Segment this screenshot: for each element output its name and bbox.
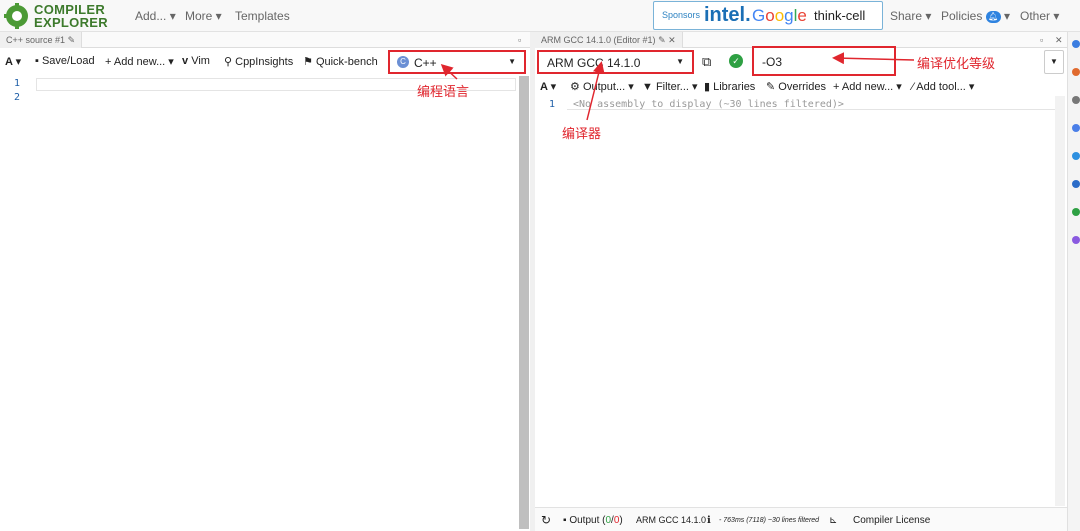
- language-select-value: C++: [414, 56, 437, 70]
- add-new-button[interactable]: + Add new... ▾: [105, 55, 174, 68]
- dock-app-icon[interactable]: [1072, 68, 1080, 76]
- filter-icon: ▼: [642, 81, 653, 93]
- nav-templates-link[interactable]: Templates: [235, 9, 290, 23]
- sponsors-banner[interactable]: Sponsors intel. Google think-cell: [653, 1, 883, 30]
- assembly-output-text: <No assembly to display (~30 lines filte…: [573, 99, 844, 110]
- line-number-gutter: 1 2: [0, 76, 36, 529]
- compiler-select-value: ARM GCC 14.1.0: [547, 56, 641, 70]
- thinkcell-logo[interactable]: think-cell: [814, 8, 865, 23]
- output-icon: ▪: [563, 515, 567, 526]
- source-editor-pane: C++ source #1 ✎ ▫ A ▾ ▪ Save/Load + Add …: [0, 32, 530, 531]
- logo-text-line2: EXPLORER: [34, 15, 108, 30]
- dock-app-icon[interactable]: [1072, 96, 1080, 104]
- compile-success-icon: ✓: [729, 54, 743, 68]
- source-toolbar: A ▾ ▪ Save/Load + Add new... ▾ v Vim ⚲ C…: [0, 49, 530, 75]
- gear-icon: ⚙: [570, 81, 580, 93]
- source-tab-bar: C++ source #1 ✎ ▫: [0, 32, 530, 48]
- annotation-compiler: 编译器: [562, 127, 602, 142]
- compiler-license-link[interactable]: Compiler License: [853, 515, 930, 526]
- options-dropdown-button[interactable]: ▼: [1044, 50, 1064, 74]
- asm-line-number: 1: [549, 99, 556, 110]
- annotation-optimization: 编译优化等级: [917, 57, 996, 72]
- compiler-status-bar: ↻ ▪ Output (0/0) ARM GCC 14.1.0 ℹ - 763m…: [535, 507, 1067, 531]
- tab-cpp-source[interactable]: C++ source #1 ✎: [0, 32, 83, 48]
- add-new-button[interactable]: + Add new... ▾: [833, 80, 902, 93]
- chart-icon[interactable]: ⊾: [829, 515, 837, 526]
- compile-timing: - 763ms (7118) ~30 lines filtered: [719, 517, 820, 524]
- pencil-icon[interactable]: ✎: [68, 35, 76, 45]
- cppinsights-icon: ⚲: [224, 56, 233, 68]
- recompile-icon[interactable]: ↻: [541, 513, 551, 527]
- annotation-language: 编程语言: [417, 85, 470, 100]
- dock-app-icon[interactable]: [1072, 124, 1080, 132]
- nav-more-menu[interactable]: More ▾: [185, 9, 222, 23]
- close-pane-icon[interactable]: ✕: [1055, 32, 1063, 48]
- wrench-icon: ✎: [766, 81, 776, 93]
- bell-icon: 🔔︎: [985, 10, 1001, 23]
- compiler-select[interactable]: ARM GCC 14.1.0 ▼: [537, 50, 694, 74]
- dock-app-icon[interactable]: [1072, 152, 1080, 160]
- language-select[interactable]: C C++ ▼: [388, 50, 526, 74]
- quick-bench-icon: ⚑: [303, 56, 313, 68]
- intel-logo[interactable]: intel.: [704, 4, 751, 27]
- tab-arm-gcc-compiler[interactable]: ARM GCC 14.1.0 (Editor #1) ✎ ✕: [535, 32, 683, 48]
- compiler-options-input[interactable]: -O3: [752, 46, 896, 76]
- chevron-down-icon: ▼: [676, 57, 684, 66]
- dock-app-icon[interactable]: [1072, 40, 1080, 48]
- font-size-button[interactable]: A ▾: [5, 55, 21, 68]
- dock-app-icon[interactable]: [1072, 208, 1080, 216]
- compiler-explorer-logo[interactable]: COMPILER EXPLORER: [4, 2, 116, 30]
- nav-other-menu[interactable]: Other ▾: [1020, 9, 1059, 23]
- source-code-editor[interactable]: [36, 76, 516, 529]
- line-number: 1: [14, 78, 21, 89]
- popout-icon[interactable]: ⧉: [702, 54, 711, 70]
- sponsors-label: Sponsors: [662, 10, 701, 20]
- pencil-icon[interactable]: ✎: [658, 35, 666, 45]
- info-icon[interactable]: ℹ: [707, 515, 711, 526]
- browser-side-dock: [1067, 32, 1080, 531]
- floppy-icon: ▪: [35, 55, 39, 67]
- chevron-down-icon: ▼: [508, 57, 516, 66]
- dock-app-icon[interactable]: [1072, 236, 1080, 244]
- add-tool-button[interactable]: ⁄ Add tool... ▾: [912, 80, 974, 93]
- nav-policies-menu[interactable]: Policies 🔔︎ ▾: [941, 9, 1010, 23]
- compiler-pane: ARM GCC 14.1.0 (Editor #1) ✎ ✕ ▫ ✕ ARM G…: [535, 32, 1067, 531]
- gear-logo-icon: [4, 3, 28, 29]
- cppinsights-button[interactable]: ⚲ CppInsights: [224, 55, 293, 68]
- maximize-icon[interactable]: ▫: [1040, 32, 1043, 48]
- editor-scrollbar[interactable]: [519, 76, 529, 529]
- google-logo[interactable]: Google: [752, 6, 807, 26]
- save-load-button[interactable]: ▪ Save/Load: [35, 55, 95, 67]
- nav-add-menu[interactable]: Add... ▾: [135, 9, 176, 23]
- output-options-button[interactable]: ⚙ Output... ▾: [570, 80, 634, 93]
- quick-bench-button[interactable]: ⚑ Quick-bench: [303, 55, 378, 68]
- wand-icon: ⁄: [912, 81, 914, 93]
- overrides-button[interactable]: ✎ Overrides: [766, 80, 826, 93]
- nav-share-menu[interactable]: Share ▾: [890, 9, 931, 23]
- compiler-output-toolbar: A ▾ ⚙ Output... ▾ ▼ Filter... ▾ ▮ Librar…: [535, 78, 1067, 96]
- line-number: 2: [14, 92, 21, 103]
- compiler-options-value: -O3: [762, 55, 783, 69]
- maximize-icon[interactable]: ▫: [518, 32, 521, 48]
- libraries-button[interactable]: ▮ Libraries: [704, 80, 755, 93]
- vim-icon: v: [182, 55, 189, 67]
- font-size-button[interactable]: A ▾: [540, 80, 556, 93]
- vim-toggle-button[interactable]: v Vim: [182, 55, 210, 67]
- close-icon[interactable]: ✕: [668, 35, 676, 45]
- filter-button[interactable]: ▼ Filter... ▾: [642, 80, 698, 93]
- compiler-name-label: ARM GCC 14.1.0: [636, 515, 707, 525]
- output-link[interactable]: ▪ Output (0/0): [563, 515, 623, 526]
- cpp-language-icon: C: [397, 56, 409, 68]
- dock-app-icon[interactable]: [1072, 180, 1080, 188]
- asm-scrollbar[interactable]: [1055, 96, 1065, 506]
- top-navbar: COMPILER EXPLORER Add... ▾ More ▾ Templa…: [0, 0, 1080, 32]
- book-icon: ▮: [704, 81, 711, 93]
